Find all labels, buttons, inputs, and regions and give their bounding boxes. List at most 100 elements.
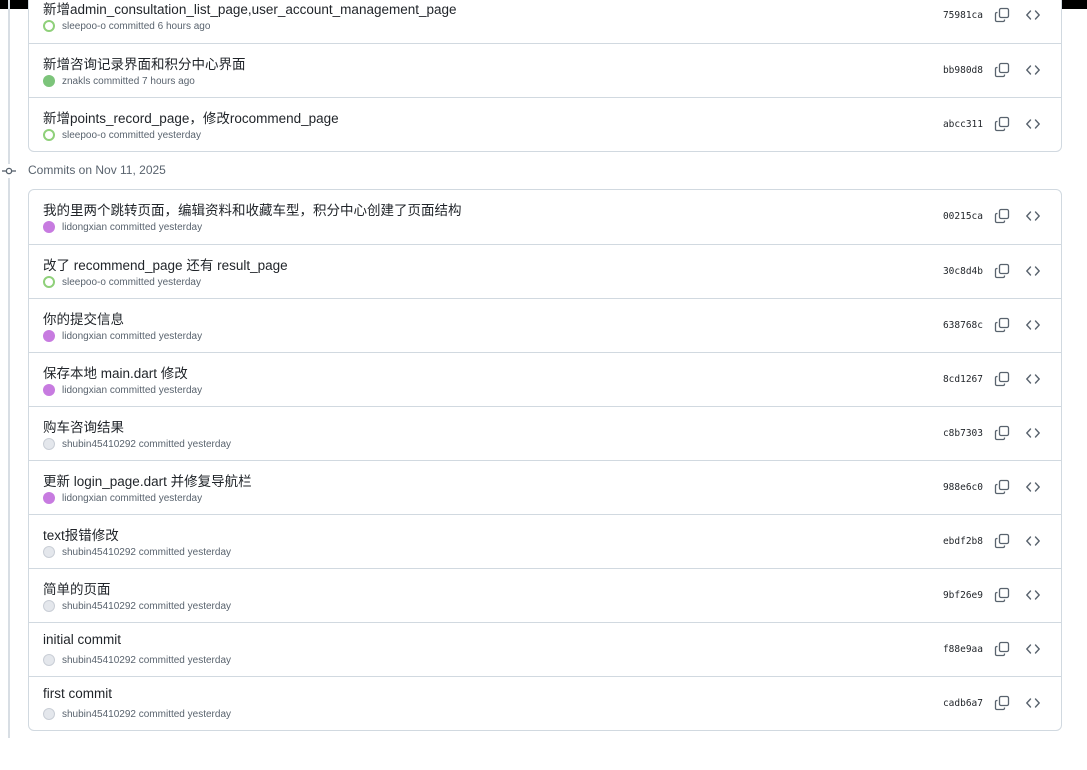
commit-message-link[interactable]: initial commit [43, 632, 121, 647]
author-avatar[interactable] [43, 600, 55, 612]
author-avatar[interactable] [43, 438, 55, 450]
author-name-link[interactable]: lidongxian [62, 493, 107, 504]
commit-sha-link[interactable]: 75981ca [943, 10, 983, 21]
code-icon[interactable] [1025, 425, 1041, 441]
author-avatar[interactable] [43, 20, 55, 32]
commit-message-link[interactable]: first commit [43, 686, 112, 701]
commit-row: 更新 login_page.dart 并修复导航栏 lidongxian comm… [29, 460, 1061, 514]
author-avatar[interactable] [43, 384, 55, 396]
code-icon[interactable] [1025, 371, 1041, 387]
commit-time: yesterday [187, 600, 232, 612]
code-icon[interactable] [1025, 208, 1041, 224]
commit-sha-link[interactable]: cadb6a7 [943, 698, 983, 709]
commit-list-group-2: 我的里两个跳转页面，编辑资料和收藏车型，积分中心创建了页面结构 lidongxia… [28, 189, 1062, 731]
code-icon[interactable] [1025, 641, 1041, 657]
author-name-link[interactable]: shubin45410292 [62, 655, 136, 666]
copy-icon[interactable] [994, 533, 1010, 549]
copy-icon[interactable] [994, 641, 1010, 657]
commit-row: initial commit shubin45410292 committed y… [29, 622, 1061, 676]
commit-verb-text: committed [93, 75, 140, 87]
code-icon[interactable] [1025, 695, 1041, 711]
commit-time: 7 hours ago [142, 75, 195, 87]
copy-icon[interactable] [994, 7, 1010, 23]
author-name-link[interactable]: sleepoo-o [62, 130, 106, 141]
commit-message-link[interactable]: 保存本地 main.dart 修改 [43, 362, 188, 382]
commit-message-link[interactable]: 新增admin_consultation_list_page,user_acco… [43, 0, 457, 18]
author-avatar[interactable] [43, 654, 55, 666]
author-avatar[interactable] [43, 708, 55, 720]
commit-sha-link[interactable]: 00215ca [943, 211, 983, 222]
commit-sha-link[interactable]: bb980d8 [943, 65, 983, 76]
commit-sha-link[interactable]: 638768c [943, 320, 983, 331]
author-name-link[interactable]: shubin45410292 [62, 439, 136, 450]
code-icon[interactable] [1025, 7, 1041, 23]
copy-icon[interactable] [994, 116, 1010, 132]
copy-icon[interactable] [994, 425, 1010, 441]
copy-icon[interactable] [994, 317, 1010, 333]
commit-message-link[interactable]: 新增points_record_page，修改rocommend_page [43, 107, 339, 127]
author-name-link[interactable]: sleepoo-o [62, 277, 106, 288]
author-name-link[interactable]: shubin45410292 [62, 601, 136, 612]
commit-row: 保存本地 main.dart 修改 lidongxian committed ye… [29, 352, 1061, 406]
code-icon[interactable] [1025, 62, 1041, 78]
commit-row: 改了 recommend_page 还有 result_page sleepoo-… [29, 244, 1061, 298]
copy-icon[interactable] [994, 479, 1010, 495]
commit-row: 你的提交信息 lidongxian committed yesterday 6387… [29, 298, 1061, 352]
author-name-link[interactable]: lidongxian [62, 222, 107, 233]
copy-icon[interactable] [994, 208, 1010, 224]
code-icon[interactable] [1025, 587, 1041, 603]
author-name-link[interactable]: sleepoo-o [62, 21, 106, 32]
copy-icon[interactable] [994, 695, 1010, 711]
commit-message-link[interactable]: 改了 recommend_page 还有 result_page [43, 254, 288, 274]
commit-sha-link[interactable]: 9bf26e9 [943, 590, 983, 601]
code-icon[interactable] [1025, 263, 1041, 279]
copy-icon[interactable] [994, 587, 1010, 603]
commit-time: yesterday [158, 492, 203, 504]
author-avatar[interactable] [43, 330, 55, 342]
commit-meta: lidongxian committed yesterday [43, 492, 202, 504]
commit-sha-link[interactable]: 8cd1267 [943, 374, 983, 385]
commit-message-link[interactable]: 我的里两个跳转页面，编辑资料和收藏车型，积分中心创建了页面结构 [43, 199, 462, 219]
commit-sha-link[interactable]: c8b7303 [943, 428, 983, 439]
commit-row: 简单的页面 shubin45410292 committed yesterday 9… [29, 568, 1061, 622]
copy-icon[interactable] [994, 62, 1010, 78]
commit-sha-link[interactable]: 30c8d4b [943, 266, 983, 277]
commit-message-link[interactable]: text报错修改 [43, 524, 119, 544]
commit-message-link[interactable]: 你的提交信息 [43, 308, 124, 328]
author-avatar[interactable] [43, 221, 55, 233]
commit-sha-link[interactable]: f88e9aa [943, 644, 983, 655]
code-icon[interactable] [1025, 116, 1041, 132]
commit-time: 6 hours ago [157, 20, 211, 32]
commit-time: yesterday [157, 129, 201, 141]
commit-message-link[interactable]: 新增咨询记录界面和积分中心界面 [43, 53, 246, 73]
commit-meta: lidongxian committed yesterday [43, 221, 202, 233]
commit-sha-link[interactable]: 988e6c0 [943, 482, 983, 493]
commit-meta: shubin45410292 committed yesterday [43, 708, 231, 720]
commit-message-link[interactable]: 购车咨询结果 [43, 416, 124, 436]
author-avatar[interactable] [43, 546, 55, 558]
commit-sha-link[interactable]: ebdf2b8 [943, 536, 983, 547]
copy-icon[interactable] [994, 263, 1010, 279]
commit-meta: sleepoo-o committed yesterday [43, 276, 201, 288]
copy-icon[interactable] [994, 371, 1010, 387]
code-icon[interactable] [1025, 479, 1041, 495]
commit-time: yesterday [187, 708, 232, 720]
commit-time: yesterday [158, 221, 203, 233]
author-name-link[interactable]: shubin45410292 [62, 709, 136, 720]
author-name-link[interactable]: lidongxian [62, 331, 107, 342]
author-avatar[interactable] [43, 276, 55, 288]
commit-message-link[interactable]: 简单的页面 [43, 578, 111, 598]
author-avatar[interactable] [43, 492, 55, 504]
author-avatar[interactable] [43, 75, 55, 87]
commit-verb-text: committed [108, 276, 155, 288]
commit-message-link[interactable]: 更新 login_page.dart 并修复导航栏 [43, 470, 252, 490]
commit-sha-link[interactable]: abcc311 [943, 119, 983, 130]
code-icon[interactable] [1025, 533, 1041, 549]
commit-list-group-1: 新增admin_consultation_list_page,user_acco… [28, 0, 1062, 152]
author-avatar[interactable] [43, 129, 55, 141]
author-name-link[interactable]: lidongxian [62, 385, 107, 396]
author-name-link[interactable]: znakls [62, 76, 90, 87]
code-icon[interactable] [1025, 317, 1041, 333]
commit-meta: shubin45410292 committed yesterday [43, 438, 231, 450]
author-name-link[interactable]: shubin45410292 [62, 547, 136, 558]
